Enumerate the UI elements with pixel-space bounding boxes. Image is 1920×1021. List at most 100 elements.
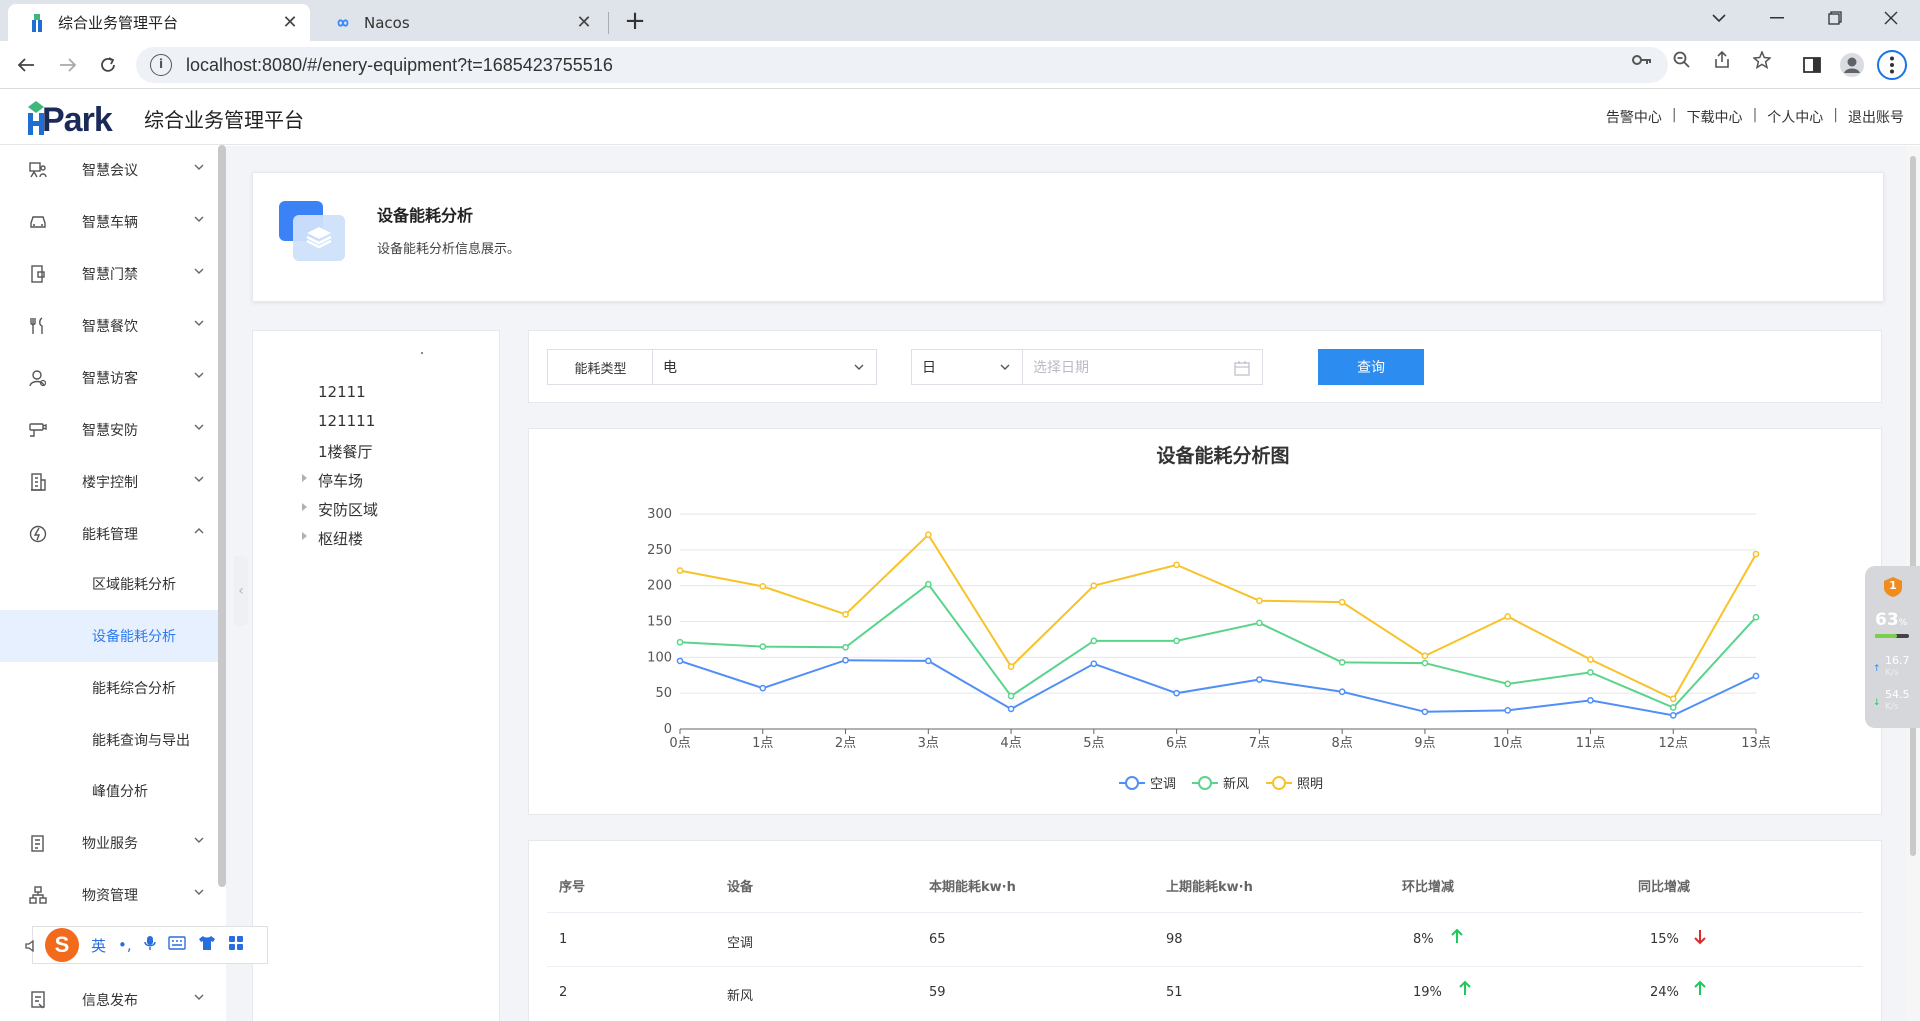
tree-node-label: 12111: [318, 383, 366, 401]
page-scrollbar-thumb[interactable]: [1910, 156, 1916, 856]
property-icon: [28, 833, 48, 853]
sidebar-item-publish[interactable]: 信息发布: [0, 974, 218, 1021]
sidebar-sub-device-energy[interactable]: 设备能耗分析: [0, 610, 218, 662]
cell-device: 新风: [727, 989, 754, 1004]
expand-caret-icon[interactable]: [302, 503, 307, 511]
alarm-center-link[interactable]: 告警中心: [1606, 107, 1662, 127]
col-header-previous: 上期能耗kw·h: [1166, 880, 1253, 895]
tree-node-expandable[interactable]: 枢纽楼: [302, 528, 364, 549]
sidebar-item-property[interactable]: 物业服务: [0, 817, 218, 869]
cpu-bar: [1875, 634, 1909, 638]
logout-link[interactable]: 退出账号: [1848, 107, 1904, 127]
sidebar-item-dining[interactable]: 智慧餐饮: [0, 300, 218, 352]
car-icon: [28, 212, 48, 232]
tree-node-label: 枢纽楼: [318, 530, 364, 548]
bookmark-star-icon[interactable]: [1750, 48, 1774, 72]
energy-type-select[interactable]: 电: [652, 349, 877, 385]
ime-toolbar[interactable]: S 英 •,: [32, 926, 268, 964]
close-window-icon[interactable]: [1862, 0, 1920, 36]
data-point: [1421, 708, 1429, 716]
restore-icon[interactable]: [1806, 0, 1864, 36]
x-tick-label: 2点: [835, 736, 856, 751]
new-tab-icon[interactable]: +: [620, 6, 650, 36]
date-placeholder: 选择日期: [1033, 360, 1089, 376]
address-bar[interactable]: i localhost:8080/#/enery-equipment?t=168…: [136, 47, 1668, 83]
tree-node[interactable]: 1楼餐厅: [318, 441, 373, 462]
x-tick-label: 12点: [1658, 736, 1688, 751]
microphone-icon[interactable]: [143, 935, 156, 955]
tree-node[interactable]: 121111: [318, 412, 375, 430]
apps-grid-icon[interactable]: [228, 935, 244, 955]
arrow-down-icon: [1694, 930, 1706, 945]
sidebar-item-vehicle[interactable]: 智慧车辆: [0, 196, 218, 248]
back-icon[interactable]: [10, 49, 42, 81]
keyboard-icon[interactable]: [167, 936, 186, 954]
browser-menu-icon[interactable]: [1876, 49, 1908, 81]
cpu-percent-value: 63: [1875, 610, 1899, 630]
x-tick-label: 7点: [1249, 736, 1270, 751]
sidebar-item-material[interactable]: 物资管理: [0, 869, 218, 921]
sidebar-item-building[interactable]: 楼宇控制: [0, 456, 218, 508]
network-speed-widget[interactable]: 1 63% ↑ 16.7 K/s ↓ 54.5 K/s: [1865, 566, 1920, 728]
download-center-link[interactable]: 下载中心: [1687, 107, 1743, 127]
share-icon[interactable]: [1710, 48, 1734, 72]
ime-mode[interactable]: 英: [91, 935, 106, 956]
sidebar-item-visitor[interactable]: 智慧访客: [0, 352, 218, 404]
data-point: [1669, 695, 1677, 703]
sidebar-item-energy[interactable]: 能耗管理: [0, 508, 218, 560]
zoom-icon[interactable]: [1670, 48, 1694, 72]
skin-shirt-icon[interactable]: [198, 935, 216, 955]
tab-active[interactable]: 综合业务管理平台 ✕: [8, 4, 310, 41]
sidebar-collapse-handle[interactable]: ‹: [234, 556, 248, 626]
upload-speed: 16.7 K/s: [1885, 654, 1910, 680]
tab-nacos[interactable]: Nacos ✕: [314, 4, 604, 41]
sidebar-sub-area-energy[interactable]: 区域能耗分析: [0, 558, 218, 610]
x-tick-label: 0点: [669, 736, 690, 751]
site-info-icon[interactable]: i: [150, 54, 172, 76]
date-picker[interactable]: 选择日期: [1022, 349, 1263, 385]
ime-punctuation[interactable]: •,: [118, 936, 132, 954]
layers-icon: [279, 201, 345, 261]
data-point: [1504, 707, 1512, 714]
park-logo[interactable]: Park: [26, 95, 130, 139]
tab-close-icon[interactable]: ✕: [278, 12, 302, 33]
chevron-down-icon: [854, 364, 864, 370]
profile-avatar-icon[interactable]: [1836, 49, 1868, 81]
tree-node[interactable]: 12111: [318, 383, 366, 401]
data-point: [1504, 680, 1512, 688]
sogou-logo-icon[interactable]: S: [45, 928, 79, 962]
sidebar-item-security[interactable]: 智慧安防: [0, 404, 218, 456]
expand-caret-icon[interactable]: [302, 532, 307, 540]
expand-caret-icon[interactable]: [302, 474, 307, 482]
side-panel-icon[interactable]: [1796, 49, 1828, 81]
period-select[interactable]: 日: [911, 349, 1023, 385]
tree-node-expandable[interactable]: 停车场: [302, 470, 363, 491]
data-point: [759, 643, 767, 650]
personal-center-link[interactable]: 个人中心: [1767, 107, 1823, 127]
key-icon[interactable]: [1630, 48, 1654, 72]
sidebar-sub-energy-query-export[interactable]: 能耗查询与导出: [0, 714, 218, 766]
chevron-down-icon: [194, 164, 204, 170]
cpu-percent: 63%: [1875, 610, 1907, 630]
sidebar-item-meeting[interactable]: 智慧会议: [0, 144, 218, 196]
legend-label: 照明: [1297, 777, 1323, 792]
page-title: 设备能耗分析: [377, 206, 474, 225]
sidebar-sub-peak-analysis[interactable]: 峰值分析: [0, 765, 218, 817]
chevron-down-icon: [194, 424, 204, 430]
link-separator: |: [1752, 107, 1758, 123]
tree-node-expandable[interactable]: 安防区域: [302, 499, 378, 520]
sidebar-scrollbar[interactable]: [218, 145, 226, 887]
cell-current: 65: [929, 932, 946, 947]
chevron-down-icon: [1000, 364, 1010, 370]
tab-close-icon[interactable]: ✕: [572, 12, 596, 33]
dining-icon: [28, 316, 48, 336]
sidebar-item-access[interactable]: 智慧门禁: [0, 248, 218, 300]
minimize-icon[interactable]: [1748, 0, 1806, 36]
forward-icon[interactable]: [52, 49, 84, 81]
sidebar-sub-energy-overall[interactable]: 能耗综合分析: [0, 662, 218, 714]
query-button[interactable]: 查询: [1318, 349, 1424, 385]
tab-search-chevron-icon[interactable]: [1690, 0, 1748, 36]
arrow-up-icon: [1459, 980, 1471, 995]
chevron-down-icon: [194, 476, 204, 482]
reload-icon[interactable]: [92, 49, 124, 81]
